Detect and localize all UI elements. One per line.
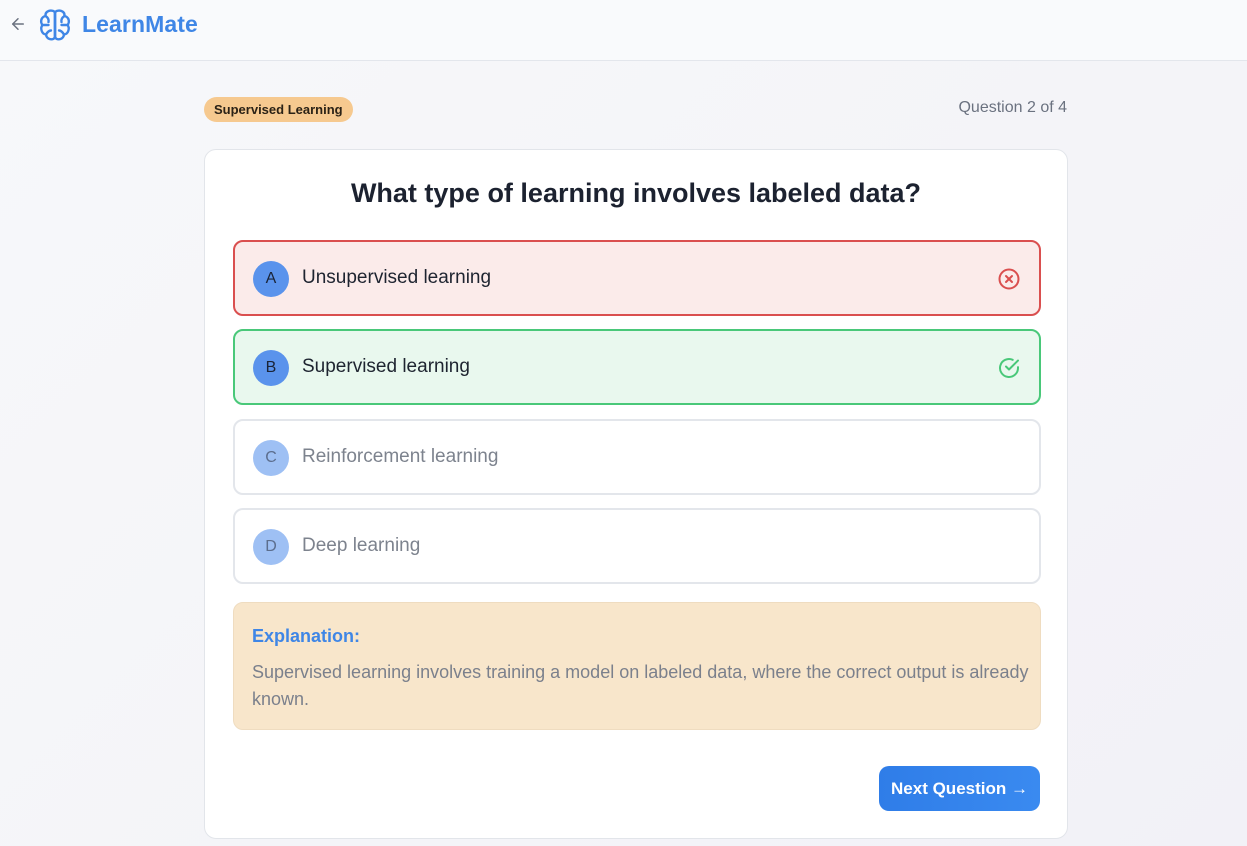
- x-circle-icon: [998, 268, 1020, 290]
- option-label: Deep learning: [302, 535, 421, 556]
- explanation-panel: Explanation: Supervised learning involve…: [233, 602, 1041, 730]
- question-progress: Question 2 of 4: [958, 99, 1067, 116]
- option-letter: C: [253, 440, 289, 476]
- quiz-card: What type of learning involves labeled d…: [204, 149, 1068, 839]
- next-question-button[interactable]: Next Question →: [879, 766, 1040, 811]
- question-text: What type of learning involves labeled d…: [350, 178, 922, 208]
- option-label: Reinforcement learning: [302, 446, 499, 467]
- option-b[interactable]: B Supervised learning: [233, 329, 1041, 405]
- option-label: Unsupervised learning: [302, 267, 492, 288]
- option-c[interactable]: C Reinforcement learning: [233, 419, 1041, 495]
- top-bar: LearnMate: [0, 0, 1247, 61]
- option-letter: A: [253, 261, 289, 297]
- option-label: Supervised learning: [302, 356, 470, 377]
- explanation-text: Supervised learning involves training a …: [252, 662, 1029, 709]
- app-name: LearnMate: [82, 11, 198, 37]
- topic-badge: Supervised Learning: [204, 97, 353, 122]
- option-letter: D: [253, 529, 289, 565]
- back-button[interactable]: [8, 14, 28, 34]
- arrow-left-icon: [12, 18, 24, 30]
- brain-icon: [39, 9, 71, 41]
- option-a[interactable]: A Unsupervised learning: [233, 240, 1041, 316]
- option-letter: B: [253, 350, 289, 386]
- check-circle-icon: [999, 358, 1019, 378]
- option-d[interactable]: D Deep learning: [233, 508, 1041, 584]
- explanation-title: Explanation:: [252, 626, 361, 646]
